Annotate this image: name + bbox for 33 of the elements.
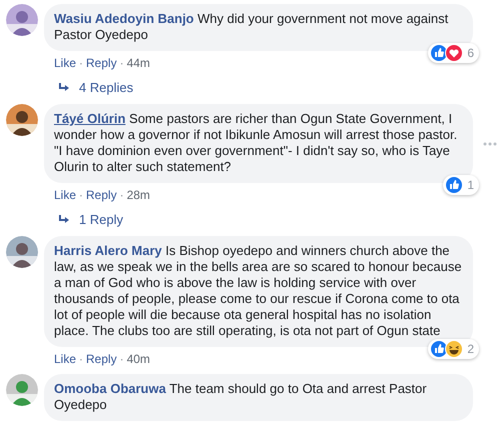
comment-text: Harris Alero Mary Is Bishop oyedepo and winners church above the law, as we speak we in the bells area are so scared to honour because a man of God who is above the law is holding service with over thousands of people, please come to our rescue if Corona come to ota lot of people will die because ota general hospital has no isolation place. The clubs too are still operating, is ota not part of Ogun state <box>54 243 463 339</box>
view-replies-link[interactable]: 4 Replies <box>79 80 134 95</box>
action-link[interactable]: Like <box>54 351 76 367</box>
timestamp: 40m <box>126 351 150 367</box>
reaction-count: 2 <box>467 342 474 356</box>
action-link[interactable]: Reply <box>86 55 117 71</box>
separator-dot: · <box>120 55 124 71</box>
timestamp: 28m <box>126 187 150 203</box>
separator-dot: · <box>79 55 84 71</box>
reply-arrow-icon <box>58 82 70 92</box>
separator-dot: · <box>79 187 84 203</box>
author-link[interactable]: Táyé Olúrin <box>54 111 126 126</box>
more-options-icon[interactable] <box>483 142 497 146</box>
comment-text: Táyé Olúrin Some pastors are richer than Ogun State Government, I wonder how a governor if not Ibikunle Amosun will arrest those pastor. "I have dominion even over government"- I didn't say so, who is Taye Olurin to alter such statement? <box>54 111 458 175</box>
comment-text: Omooba Obaruwa The team should go to Ota and arrest Pastor Oyedepo <box>54 381 428 413</box>
laughing-emoji-icon <box>445 340 464 358</box>
thumbs-up-icon <box>445 176 464 194</box>
action-link[interactable]: Like <box>54 187 76 203</box>
comment-text: Wasiu Adedoyin Banjo Why did your government not move against Pastor Oyedepo <box>54 11 450 43</box>
reaction-count: 1 <box>467 178 474 192</box>
author-link[interactable]: Wasiu Adedoyin Banjo <box>54 11 194 26</box>
reply-arrow-icon <box>58 214 70 224</box>
action-link[interactable]: Reply <box>86 351 117 367</box>
reaction-count: 6 <box>467 46 474 60</box>
author-link[interactable]: Harris Alero Mary <box>54 243 162 258</box>
timestamp: 44m <box>126 55 150 71</box>
view-replies-link[interactable]: 1 Reply <box>79 212 124 227</box>
author-link[interactable]: Omooba Obaruwa <box>54 381 166 396</box>
separator-dot: · <box>120 351 124 367</box>
separator-dot: · <box>79 351 84 367</box>
separator-dot: · <box>120 187 124 203</box>
action-link[interactable]: Reply <box>86 187 117 203</box>
action-link[interactable]: Like <box>54 55 76 71</box>
